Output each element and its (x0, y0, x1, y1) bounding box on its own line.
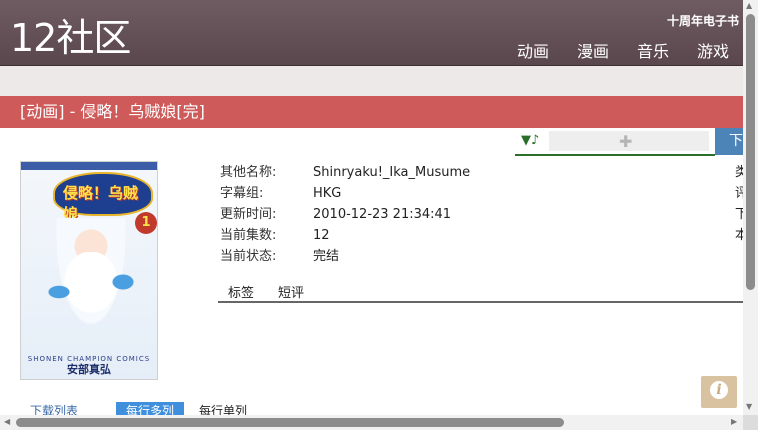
vertical-scrollbar[interactable]: ▲ ▼ (743, 0, 758, 415)
horizontal-scroll-thumb[interactable] (16, 418, 564, 427)
info-label: 其他名称: (220, 165, 277, 180)
sub-bar (0, 66, 743, 96)
download-list-bar: 下载列表 每行多列 每行单列 (0, 400, 743, 419)
info-panel: 其他名称: Shinryaku!_Ika_Musume 字幕组: HKG 更新时… (220, 162, 470, 267)
detail-tabs: 标签 短评 (218, 281, 743, 303)
site-header: 12社区 十周年电子书 动画 漫画 音乐 游戏 (0, 0, 743, 66)
info-value: 2010-12-23 21:34:41 (313, 207, 452, 222)
page-title: [动画] - 侵略！乌贼娘[完] (0, 96, 743, 128)
plugin-placeholder[interactable]: ✚ (549, 131, 709, 151)
info-icon: i (710, 381, 728, 399)
nav-manga[interactable]: 漫画 (577, 38, 609, 62)
scroll-left-icon[interactable]: ◀ (4, 417, 10, 426)
info-row-alias: 其他名称: Shinryaku!_Ika_Musume (220, 162, 470, 183)
tab-reviews[interactable]: 短评 (278, 282, 304, 301)
info-value: 完结 (313, 249, 340, 264)
info-label: 字幕组: (220, 186, 264, 201)
music-icon[interactable]: ▼♪ (521, 133, 539, 148)
cover-top-band (21, 162, 157, 170)
info-row-episodes: 当前集数: 12 (220, 225, 470, 246)
horizontal-scrollbar[interactable]: ◀ ▶ (0, 415, 743, 430)
scroll-up-icon[interactable]: ▲ (746, 1, 752, 10)
info-label: 当前集数: (220, 228, 277, 243)
info-row-status: 当前状态: 完结 (220, 246, 470, 267)
scroll-down-icon[interactable]: ▼ (746, 402, 752, 411)
cover-character-body (39, 252, 143, 342)
info-button[interactable]: i (701, 376, 737, 408)
vertical-scroll-thumb[interactable] (746, 14, 755, 290)
nav-anime[interactable]: 动画 (517, 38, 549, 62)
info-row-fansub: 字幕组: HKG (220, 183, 470, 204)
info-value: HKG (313, 186, 342, 201)
nav-games[interactable]: 游戏 (697, 38, 729, 62)
scroll-right-icon[interactable]: ▶ (731, 417, 737, 426)
main-nav: 动画 漫画 音乐 游戏 (517, 38, 729, 62)
scrollbar-corner (743, 415, 758, 430)
anniversary-link[interactable]: 十周年电子书 (667, 12, 739, 29)
info-label: 更新时间: (220, 207, 277, 222)
info-label: 当前状态: (220, 249, 277, 264)
puzzle-icon: ✚ (619, 132, 633, 151)
cover-author: 安部真弘 (67, 363, 111, 376)
nav-music[interactable]: 音乐 (637, 38, 669, 62)
player-strip: ▼♪ ✚ (515, 130, 715, 156)
info-row-updated: 更新时间: 2010-12-23 21:34:41 (220, 204, 470, 225)
cover-volume-badge: 1 (135, 212, 157, 234)
cover-title-logo: 侵略！乌贼娘 (53, 172, 153, 223)
info-value: 12 (313, 228, 330, 243)
site-logo[interactable]: 12社区 (10, 14, 131, 62)
cover-image: 侵略！乌贼娘 1 SHONEN CHAMPION COMICS 安部真弘 (20, 161, 158, 380)
info-value: Shinryaku!_Ika_Musume (313, 165, 471, 180)
tab-tags[interactable]: 标签 (228, 282, 254, 301)
